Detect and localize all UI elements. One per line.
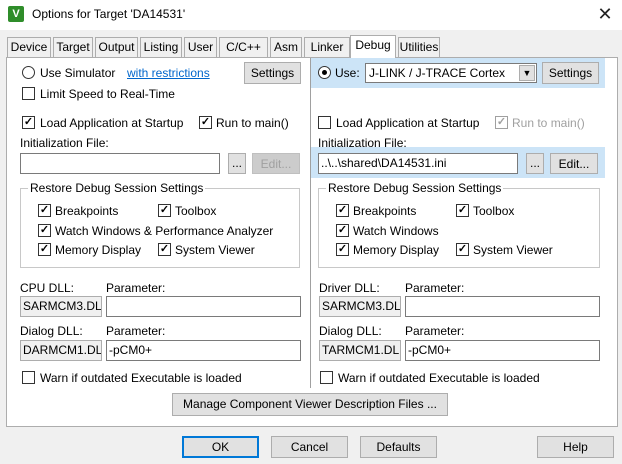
use-driver-radio[interactable] (318, 66, 331, 79)
init-file-browse-button[interactable]: ... (228, 153, 246, 174)
use-simulator-radio[interactable] (22, 66, 35, 79)
right-breakpoints-checkbox[interactable]: ✓ (336, 204, 349, 217)
chevron-down-icon[interactable]: ▼ (519, 65, 535, 81)
right-dialog-dll-label: Dialog DLL: (319, 324, 382, 338)
right-watch-windows-label[interactable]: Watch Windows (353, 224, 439, 238)
use-label[interactable]: Use: (335, 66, 360, 80)
tab-device[interactable]: Device (7, 37, 51, 57)
tab-output[interactable]: Output (95, 37, 138, 57)
right-restore-settings-title: Restore Debug Session Settings (326, 181, 504, 195)
driver-dll-param-field[interactable] (405, 296, 600, 317)
breakpoints-checkbox[interactable]: ✓ (38, 204, 51, 217)
right-init-file-label: Initialization File: (318, 136, 407, 150)
tab-debug[interactable]: Debug (350, 35, 396, 58)
app-icon: V (8, 6, 24, 22)
right-system-viewer-checkbox[interactable]: ✓ (456, 243, 469, 256)
manage-component-viewer-button[interactable]: Manage Component Viewer Description File… (172, 393, 448, 416)
right-init-file-browse-button[interactable]: ... (526, 153, 544, 174)
debug-driver-select[interactable]: J-LINK / J-TRACE Cortex (365, 63, 537, 83)
dialog-dll-field[interactable]: DARMCM1.DLL (20, 340, 102, 361)
right-load-app-checkbox[interactable] (318, 116, 331, 129)
simulator-settings-button[interactable]: Settings (244, 62, 301, 84)
help-button[interactable]: Help (537, 436, 614, 458)
warn-outdated-checkbox[interactable] (22, 371, 35, 384)
system-viewer-checkbox[interactable]: ✓ (158, 243, 171, 256)
right-run-to-main-label[interactable]: Run to main() (512, 116, 585, 130)
cancel-button[interactable]: Cancel (271, 436, 348, 458)
warn-outdated-label[interactable]: Warn if outdated Executable is loaded (40, 371, 242, 385)
driver-settings-button[interactable]: Settings (542, 62, 599, 84)
right-warn-outdated-checkbox[interactable] (320, 371, 333, 384)
toolbox-checkbox[interactable]: ✓ (158, 204, 171, 217)
tab-listing[interactable]: Listing (140, 37, 182, 57)
watch-windows-checkbox[interactable]: ✓ (38, 224, 51, 237)
driver-dll-label: Driver DLL: (319, 281, 380, 295)
init-file-edit-button[interactable]: Edit... (252, 153, 300, 174)
right-load-app-label[interactable]: Load Application at Startup (336, 116, 479, 130)
right-init-file-edit-button[interactable]: Edit... (550, 153, 598, 174)
limit-speed-label[interactable]: Limit Speed to Real-Time (40, 87, 175, 101)
right-watch-windows-checkbox[interactable]: ✓ (336, 224, 349, 237)
cpu-dll-param-label: Parameter: (106, 281, 166, 295)
right-breakpoints-label[interactable]: Breakpoints (353, 204, 416, 218)
right-memory-display-label[interactable]: Memory Display (353, 243, 439, 257)
restore-settings-title: Restore Debug Session Settings (28, 181, 206, 195)
right-system-viewer-label[interactable]: System Viewer (473, 243, 553, 257)
breakpoints-label[interactable]: Breakpoints (55, 204, 118, 218)
tab-utilities[interactable]: Utilities (398, 37, 440, 57)
toolbox-label[interactable]: Toolbox (175, 204, 216, 218)
cpu-dll-label: CPU DLL: (20, 281, 75, 295)
system-viewer-label[interactable]: System Viewer (175, 243, 255, 257)
right-dialog-dll-param-label: Parameter: (405, 324, 465, 338)
right-memory-display-checkbox[interactable]: ✓ (336, 243, 349, 256)
right-warn-outdated-label[interactable]: Warn if outdated Executable is loaded (338, 371, 540, 385)
window-title: Options for Target 'DA14531' (32, 7, 186, 21)
cpu-dll-param-field[interactable] (106, 296, 301, 317)
dialog-dll-label: Dialog DLL: (20, 324, 83, 338)
defaults-button[interactable]: Defaults (360, 436, 437, 458)
run-to-main-checkbox[interactable]: ✓ (199, 116, 212, 129)
right-dialog-dll-field[interactable]: TARMCM1.DLL (319, 340, 401, 361)
load-app-checkbox[interactable]: ✓ (22, 116, 35, 129)
memory-display-checkbox[interactable]: ✓ (38, 243, 51, 256)
use-simulator-label[interactable]: Use Simulator (40, 66, 115, 80)
panel-divider (310, 58, 311, 388)
driver-dll-param-label: Parameter: (405, 281, 465, 295)
right-toolbox-checkbox[interactable]: ✓ (456, 204, 469, 217)
ok-button[interactable]: OK (182, 436, 259, 458)
tab-c-cpp[interactable]: C/C++ (219, 37, 268, 57)
with-restrictions-link[interactable]: with restrictions (127, 66, 210, 80)
cpu-dll-field[interactable]: SARMCM3.DLL (20, 296, 102, 317)
init-file-input[interactable] (20, 153, 220, 174)
memory-display-label[interactable]: Memory Display (55, 243, 141, 257)
tab-linker[interactable]: Linker (304, 37, 350, 57)
watch-windows-label[interactable]: Watch Windows & Performance Analyzer (55, 224, 273, 238)
load-app-label[interactable]: Load Application at Startup (40, 116, 183, 130)
right-init-file-input[interactable]: ..\..\shared\DA14531.ini (318, 153, 518, 174)
right-dialog-dll-param-field[interactable]: -pCM0+ (405, 340, 600, 361)
tab-target[interactable]: Target (53, 37, 93, 57)
dialog-dll-param-field[interactable]: -pCM0+ (106, 340, 301, 361)
right-run-to-main-checkbox[interactable]: ✓ (495, 116, 508, 129)
right-toolbox-label[interactable]: Toolbox (473, 204, 514, 218)
run-to-main-label[interactable]: Run to main() (216, 116, 289, 130)
dialog-dll-param-label: Parameter: (106, 324, 166, 338)
init-file-label: Initialization File: (20, 136, 109, 150)
tab-asm[interactable]: Asm (270, 37, 302, 57)
close-icon[interactable]: ✕ (592, 3, 618, 25)
tab-user[interactable]: User (184, 37, 217, 57)
limit-speed-checkbox[interactable] (22, 87, 35, 100)
driver-dll-field[interactable]: SARMCM3.DLL (319, 296, 401, 317)
